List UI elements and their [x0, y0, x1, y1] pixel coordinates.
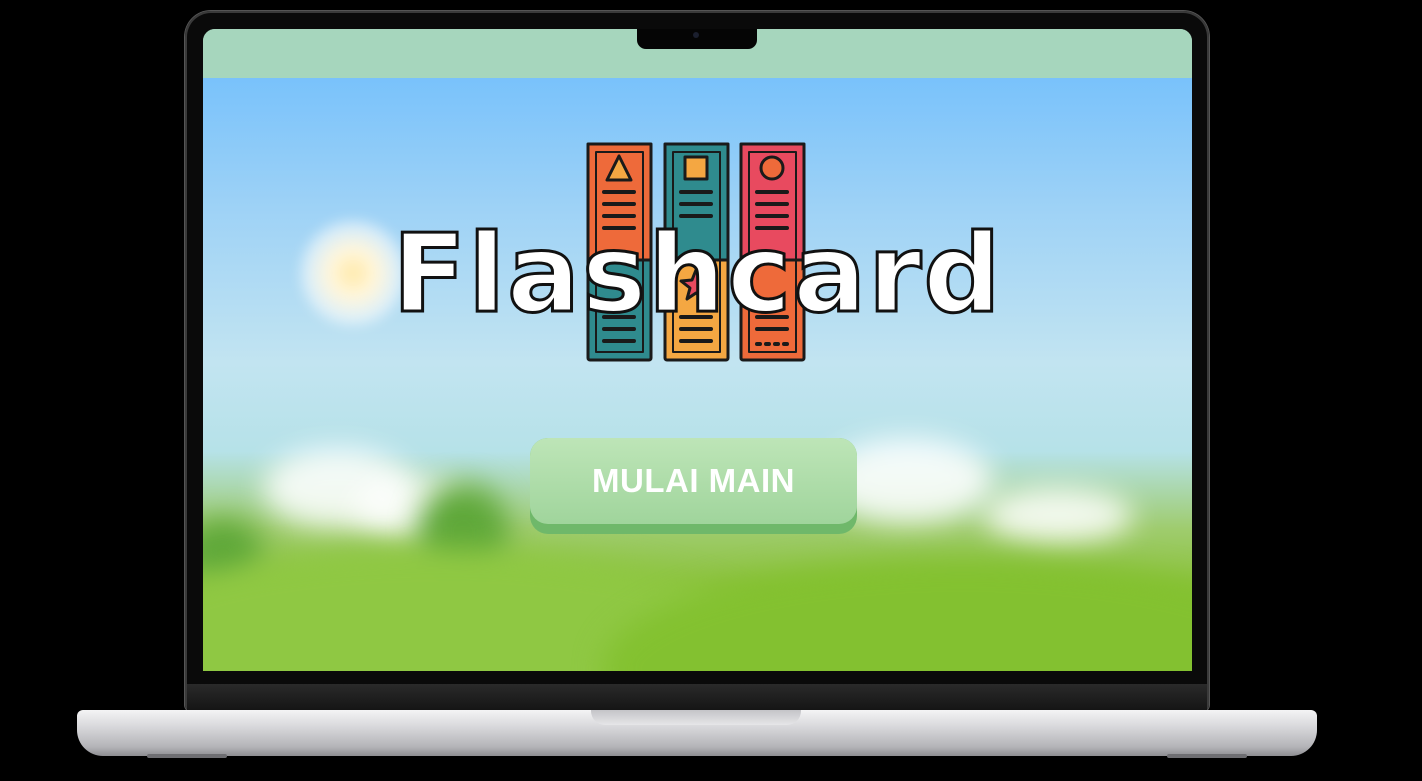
cloud-icon: [983, 488, 1133, 543]
laptop-foot: [147, 754, 227, 758]
camera-notch: [637, 29, 757, 49]
hill: [603, 558, 1192, 671]
laptop-foot: [1167, 754, 1247, 758]
start-game-button[interactable]: MULAI MAIN: [530, 438, 857, 534]
camera-icon: [693, 32, 699, 38]
start-game-label: MULAI MAIN: [530, 438, 857, 524]
laptop-base: [77, 710, 1317, 758]
laptop-chin: [187, 684, 1207, 710]
app-title: Flashcard: [391, 212, 1003, 337]
laptop-hinge-notch: [591, 710, 801, 725]
app-screen: Flashcard MULAI MAIN: [203, 29, 1192, 671]
